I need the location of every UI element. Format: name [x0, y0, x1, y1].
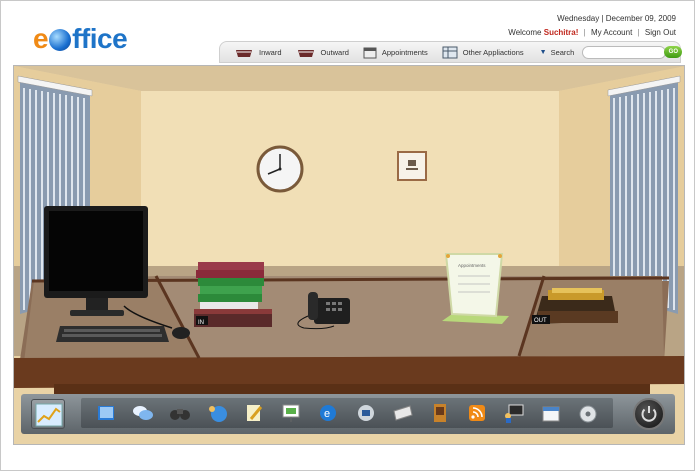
nav-appointments-label: Appointments [381, 47, 428, 57]
my-account-link[interactable]: My Account [591, 28, 632, 37]
power-icon [641, 406, 657, 422]
notice-board-icon[interactable] [502, 401, 526, 425]
globe-icon [49, 29, 72, 51]
nav-inward[interactable]: Inward [234, 47, 282, 58]
user-name: Suchitra! [543, 28, 579, 37]
nav-other-applications[interactable]: Other Appliactions [442, 46, 524, 59]
binoculars-icon[interactable] [168, 401, 192, 425]
notepad-pencil-icon[interactable] [242, 401, 266, 425]
mail-stamp-icon[interactable] [354, 401, 378, 425]
sign-out-link[interactable]: Sign Out [645, 28, 676, 37]
calendar-icon [363, 47, 377, 58]
logo-e: e [33, 23, 49, 54]
chart-button[interactable] [31, 399, 65, 429]
inward-tray-icon [236, 49, 252, 57]
eoffice-logo[interactable]: e ffice [33, 23, 128, 55]
nav-outward-label: Outward [320, 47, 349, 57]
office-room-illustration: IN Appointments OUT [14, 66, 684, 410]
power-button[interactable] [633, 398, 665, 430]
keyboard-icon[interactable] [56, 326, 169, 342]
rss-icon[interactable] [465, 401, 489, 425]
emblem-frame-icon [397, 151, 427, 181]
dock-icon-bar: e [81, 398, 613, 428]
search-arrow-icon: ▼ [539, 48, 547, 56]
header-user-area: Wednesday | December 09, 2009 Welcome Su… [508, 14, 676, 37]
nav-inward-label: Inward [259, 47, 282, 57]
svg-text:e: e [324, 408, 330, 420]
newspaper-icon[interactable] [391, 401, 415, 425]
book-icon[interactable] [94, 401, 118, 425]
application-dock: e [21, 394, 675, 434]
chat-bubbles-icon[interactable] [131, 401, 155, 425]
outward-tray-icon [297, 49, 314, 57]
chart-icon [35, 403, 63, 427]
apps-grid-icon [442, 46, 458, 58]
welcome-text: Welcome [508, 28, 542, 37]
eoffice-window: e ffice Wednesday | December 09, 2009 Wel… [0, 0, 695, 471]
search-label: Search [550, 47, 575, 57]
search-input[interactable] [582, 45, 667, 59]
office-room-scene: IN Appointments OUT [13, 65, 685, 445]
main-nav: Inward Outward Appointments Other Applia… [219, 41, 683, 63]
outbox-tag: OUT [534, 318, 547, 324]
nav-other-applications-label: Other Appliactions [462, 47, 524, 57]
current-date: Wednesday | December 09, 2009 [557, 14, 676, 23]
card-title: Appointments [458, 263, 486, 268]
nav-appointments[interactable]: Appointments [363, 46, 428, 59]
people-globe-icon[interactable] [205, 401, 229, 425]
go-button[interactable]: GO [664, 46, 683, 58]
calendar-icon[interactable] [539, 401, 563, 425]
wall-clock-icon[interactable] [256, 145, 304, 193]
book-library-icon[interactable] [428, 401, 452, 425]
search-area: ▼ Search GO [539, 45, 683, 59]
presentation-board-icon[interactable] [279, 401, 303, 425]
nav-outward[interactable]: Outward [296, 47, 349, 58]
ie-browser-icon[interactable]: e [316, 401, 340, 425]
inbox-tag: IN [198, 320, 204, 326]
logo-text: ffice [72, 23, 128, 54]
inbox-tray-icon[interactable] [194, 262, 272, 327]
settings-disc-icon[interactable] [576, 401, 600, 425]
